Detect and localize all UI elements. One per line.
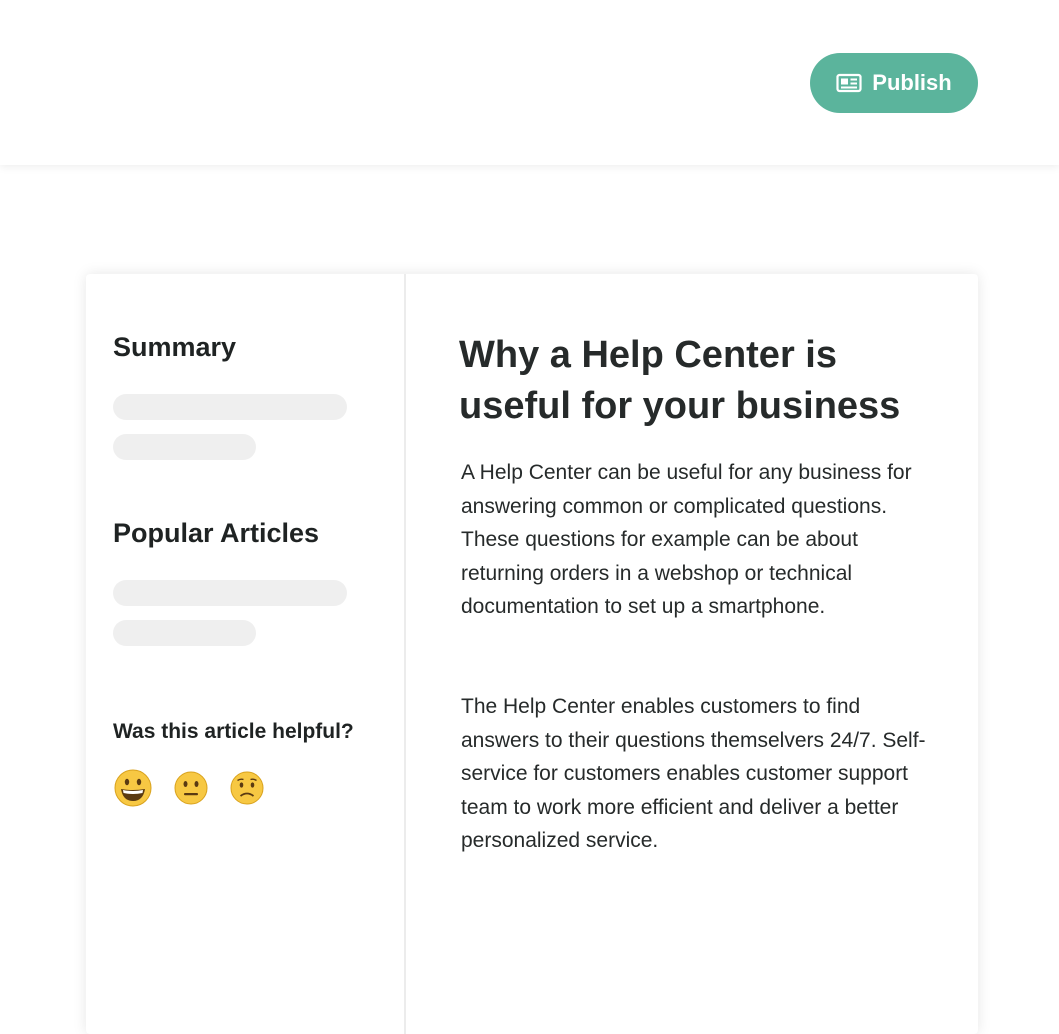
popular-article-placeholder-line: [113, 580, 347, 606]
neutral-face-icon[interactable]: [173, 770, 209, 811]
worried-face-icon[interactable]: [229, 770, 265, 811]
article-body: Why a Help Center is useful for your bus…: [406, 274, 978, 1034]
article-sidebar: Summary Popular Articles Was this articl…: [86, 274, 406, 1034]
popular-article-placeholder-line: [113, 620, 256, 646]
feedback-question: Was this article helpful?: [113, 720, 354, 743]
summary-heading: Summary: [113, 332, 237, 362]
article-paragraph: A Help Center can be useful for any busi…: [461, 461, 912, 619]
popular-articles-heading: Popular Articles: [113, 518, 320, 548]
summary-placeholder-line: [113, 434, 256, 460]
summary-placeholder-line: [113, 394, 347, 420]
article-paragraph: The Help Center enables customers to fin…: [461, 695, 926, 853]
feedback-options: [113, 768, 265, 813]
help-center-article-card: Summary Popular Articles Was this articl…: [86, 274, 978, 1034]
newspaper-icon: [836, 73, 862, 93]
publish-label: Publish: [872, 70, 952, 95]
grinning-face-icon[interactable]: [113, 768, 153, 813]
article-title: Why a Help Center is useful for your bus…: [459, 334, 901, 427]
top-bar: Publish: [0, 0, 1059, 165]
publish-button[interactable]: Publish: [810, 53, 978, 113]
